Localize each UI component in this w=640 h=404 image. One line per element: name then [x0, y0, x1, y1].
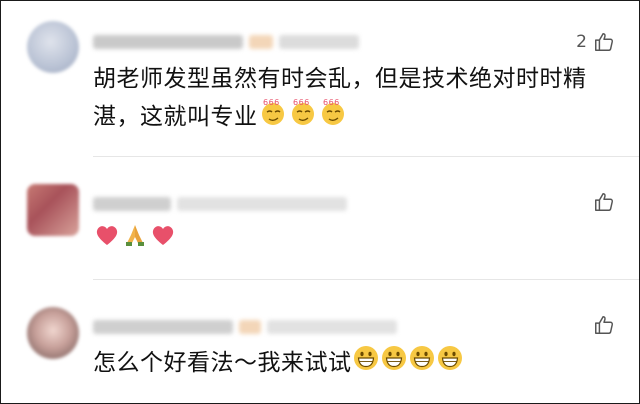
svg-text:666: 666	[293, 98, 310, 107]
svg-text:666: 666	[323, 98, 340, 107]
divider	[93, 279, 639, 280]
avatar[interactable]	[27, 184, 79, 236]
divider	[93, 156, 639, 157]
like-control[interactable]	[587, 314, 615, 336]
comment-text-body: 怎么个好看法～我来试试	[93, 350, 352, 376]
grinning-face-emoji	[408, 344, 436, 383]
username-redacted[interactable]	[93, 33, 359, 51]
red-heart-emoji	[93, 221, 121, 260]
grinning-face-emoji	[436, 344, 464, 383]
thumbs-up-icon[interactable]	[593, 31, 615, 53]
praying-hands-emoji	[121, 221, 149, 260]
username-redacted[interactable]	[93, 318, 397, 336]
grinning-face-emoji	[380, 344, 408, 383]
comment-list: 2 胡老师发型虽然有时会乱，但是技术绝对时时精湛，这就叫专业 666 666 666	[0, 0, 640, 404]
svg-text:666: 666	[263, 98, 280, 107]
comment-text	[93, 221, 608, 260]
red-heart-emoji	[149, 221, 177, 260]
smirk-666-emoji: 666	[288, 97, 318, 138]
like-control[interactable]: 2	[576, 31, 615, 53]
comment-text: 胡老师发型虽然有时会乱，但是技术绝对时时精湛，这就叫专业 666 666 666	[93, 61, 608, 138]
comment-text: 怎么个好看法～我来试试	[93, 344, 608, 383]
thumbs-up-icon[interactable]	[593, 314, 615, 336]
avatar[interactable]	[27, 307, 79, 359]
like-control[interactable]	[587, 191, 615, 213]
thumbs-up-icon[interactable]	[593, 191, 615, 213]
avatar[interactable]	[27, 21, 79, 73]
smirk-666-emoji: 666	[318, 97, 348, 138]
grinning-face-emoji	[352, 344, 380, 383]
smirk-666-emoji: 666	[258, 97, 288, 138]
username-redacted[interactable]	[93, 195, 347, 213]
like-count: 2	[576, 32, 587, 52]
